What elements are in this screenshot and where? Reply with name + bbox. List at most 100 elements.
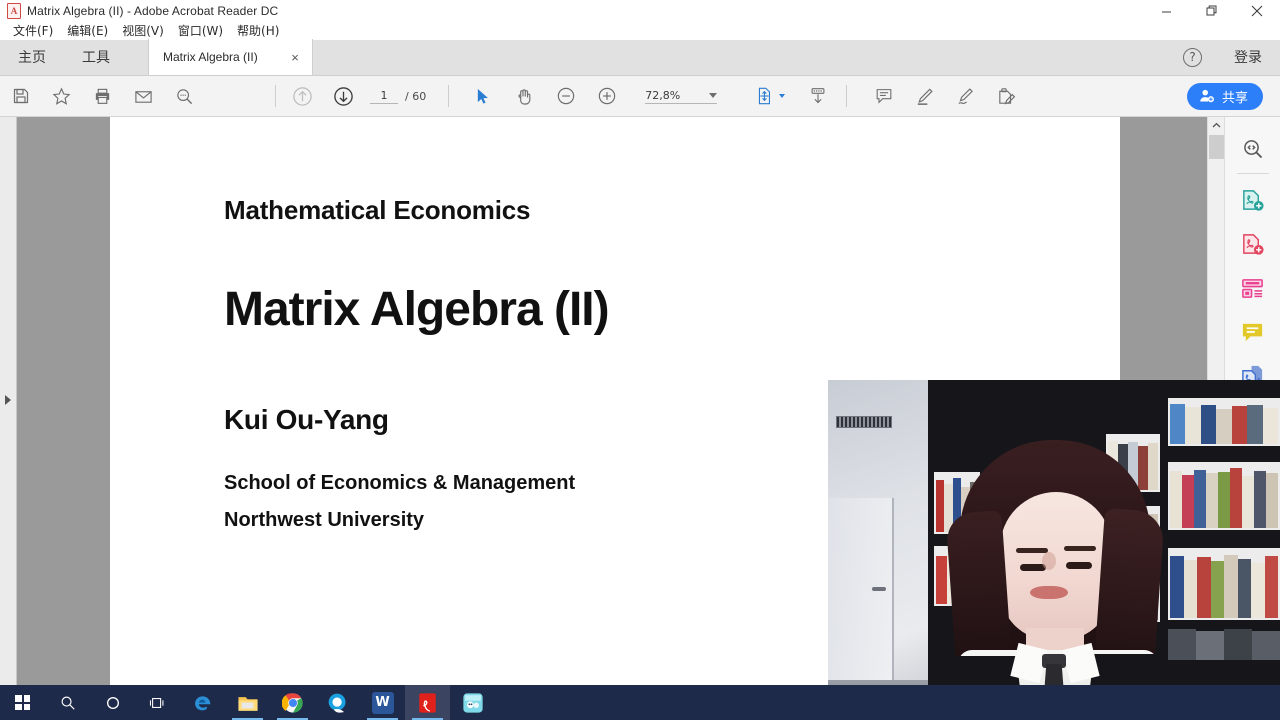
menu-help[interactable]: 帮助(H) — [230, 22, 286, 40]
menu-view[interactable]: 视图(V) — [115, 22, 171, 40]
share-button[interactable]: 共享 — [1186, 82, 1263, 110]
highlighter-icon[interactable] — [904, 76, 945, 117]
sign-icon[interactable] — [945, 76, 986, 117]
tab-document[interactable]: Matrix Algebra (II) × — [148, 39, 313, 75]
folder-icon — [237, 696, 258, 711]
toolbar-divider-2 — [448, 85, 450, 107]
annotation-tools-group — [863, 76, 1027, 117]
fit-page-icon[interactable] — [743, 76, 784, 117]
edge-icon — [194, 695, 210, 710]
organize-pages-icon[interactable] — [1231, 266, 1275, 310]
other-app-taskbar-icon[interactable] — [450, 685, 495, 720]
toolbar-divider — [275, 85, 276, 107]
presenter — [938, 440, 1178, 720]
search-button[interactable] — [45, 685, 90, 720]
qq-browser-taskbar-icon[interactable] — [315, 685, 360, 720]
menu-window[interactable]: 窗口(W) — [171, 22, 230, 40]
restore-button[interactable] — [1189, 0, 1234, 22]
air-vent — [836, 416, 892, 428]
tab-tools[interactable]: 工具 — [64, 39, 128, 75]
document-tab-label: Matrix Algebra (II) — [163, 50, 258, 64]
slide-affiliation-line-2: Northwest University — [224, 509, 425, 531]
close-button[interactable] — [1234, 0, 1280, 22]
chevron-down-icon[interactable] — [779, 94, 786, 98]
task-view-button[interactable] — [135, 685, 180, 720]
sign-in-button[interactable]: 登录 — [1234, 47, 1262, 67]
qq-browser-icon — [328, 693, 346, 713]
email-icon[interactable] — [123, 76, 164, 117]
windows-taskbar: W — [0, 685, 1280, 720]
fill-and-sign-icon[interactable] — [986, 76, 1027, 117]
cortana-icon — [106, 696, 119, 709]
help-icon[interactable]: ? — [1183, 47, 1202, 67]
page-total-label: / 60 — [405, 89, 427, 103]
acrobat-reader-window: Matrix Algebra (II) - Adobe Acrobat Read… — [0, 0, 1280, 720]
slide-title: Matrix Algebra (II) — [224, 283, 610, 336]
tab-strip-right: ? 登录 — [1183, 39, 1280, 75]
share-person-icon — [1200, 89, 1214, 103]
view-tools-group: 72,8% — [463, 76, 718, 117]
chevron-up-icon[interactable] — [1208, 117, 1225, 134]
arrow-up-circle-icon[interactable] — [282, 76, 323, 117]
page-number-field[interactable]: 1 / 60 — [370, 89, 426, 104]
slide-affiliation-line-1: School of Economics & Management — [224, 472, 576, 494]
create-pdf-icon[interactable] — [1231, 222, 1275, 266]
plus-circle-icon[interactable] — [586, 76, 627, 117]
rail-divider — [1236, 173, 1269, 174]
comment-icon[interactable] — [863, 76, 904, 117]
chrome-taskbar-icon[interactable] — [270, 685, 315, 720]
toolbar-divider-3 — [846, 85, 848, 107]
page-number-input[interactable]: 1 — [370, 89, 398, 104]
minus-circle-icon[interactable] — [545, 76, 586, 117]
zoom-level-field[interactable]: 72,8% — [645, 88, 718, 104]
print-icon[interactable] — [82, 76, 123, 117]
word-icon: W — [371, 691, 394, 714]
acrobat-icon — [7, 3, 21, 19]
task-view-icon — [149, 697, 164, 708]
save-icon[interactable] — [0, 76, 41, 117]
cortana-button[interactable] — [90, 685, 135, 720]
face — [1000, 492, 1112, 640]
nose — [1042, 552, 1056, 570]
page-navigation-group: 1 / 60 — [282, 76, 426, 117]
windows-logo-icon — [15, 695, 30, 710]
page-display-group — [743, 76, 838, 117]
word-taskbar-icon[interactable]: W — [360, 685, 405, 720]
app-icon — [462, 692, 483, 713]
chevron-down-icon[interactable] — [709, 92, 718, 98]
export-pdf-icon[interactable] — [1231, 178, 1275, 222]
tab-strip: 主页 工具 Matrix Algebra (II) × ? 登录 — [0, 39, 1280, 76]
search-icon — [61, 696, 75, 710]
enhance-scan-icon[interactable] — [1231, 127, 1275, 171]
share-button-label: 共享 — [1221, 90, 1248, 106]
tab-home[interactable]: 主页 — [0, 39, 64, 75]
scrollbar-thumb[interactable] — [1209, 135, 1224, 159]
acrobat-icon — [419, 692, 436, 713]
acrobat-taskbar-icon[interactable] — [405, 685, 450, 720]
scroll-down-icon[interactable] — [797, 76, 838, 117]
close-icon[interactable]: × — [288, 51, 302, 64]
file-explorer-taskbar-icon[interactable] — [225, 685, 270, 720]
search-icon[interactable] — [164, 76, 205, 117]
zoom-level-value: 72,8% — [645, 88, 681, 102]
menu-edit[interactable]: 编辑(E) — [60, 22, 115, 40]
slide-author: Kui Ou-Yang — [224, 404, 389, 435]
minimize-button[interactable] — [1144, 0, 1189, 22]
webcam-video-overlay[interactable] — [828, 380, 1280, 720]
star-icon[interactable] — [41, 76, 82, 117]
menu-file[interactable]: 文件(F) — [6, 22, 60, 40]
navigation-pane-collapsed[interactable] — [0, 117, 17, 685]
arrow-down-circle-icon[interactable] — [323, 76, 364, 117]
chrome-icon — [281, 692, 303, 713]
menu-bar: 文件(F) 编辑(E) 视图(V) 窗口(W) 帮助(H) — [0, 22, 1280, 40]
comment-icon[interactable] — [1231, 310, 1275, 354]
cursor-icon[interactable] — [463, 76, 504, 117]
expand-right-arrow-icon[interactable] — [5, 395, 11, 405]
file-actions-group — [0, 76, 205, 117]
word-icon-letter: W — [375, 695, 390, 710]
edge-taskbar-icon[interactable] — [180, 685, 225, 720]
mouth — [1030, 586, 1068, 599]
start-button[interactable] — [0, 685, 45, 720]
slide-subtitle: Mathematical Economics — [224, 195, 531, 225]
hand-icon[interactable] — [504, 76, 545, 117]
